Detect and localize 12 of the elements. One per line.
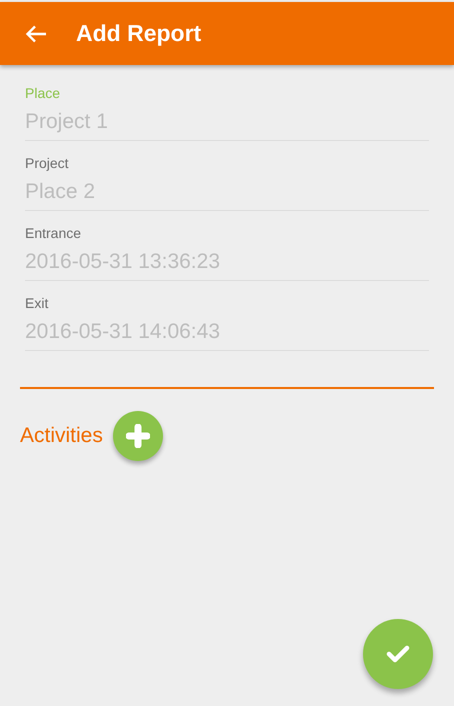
screen-title: Add Report: [76, 20, 202, 47]
plus-icon: [126, 424, 150, 448]
field-label: Project: [25, 155, 69, 171]
section-title: Activities: [20, 424, 103, 448]
field-label: Exit: [25, 295, 48, 311]
field-label: Place: [25, 85, 60, 101]
back-arrow-icon: [25, 24, 47, 42]
back-button[interactable]: [25, 24, 47, 42]
add-button[interactable]: [112, 411, 163, 461]
check-icon: [386, 645, 410, 663]
field-label: Entrance: [25, 225, 82, 241]
save-button[interactable]: [363, 619, 433, 689]
